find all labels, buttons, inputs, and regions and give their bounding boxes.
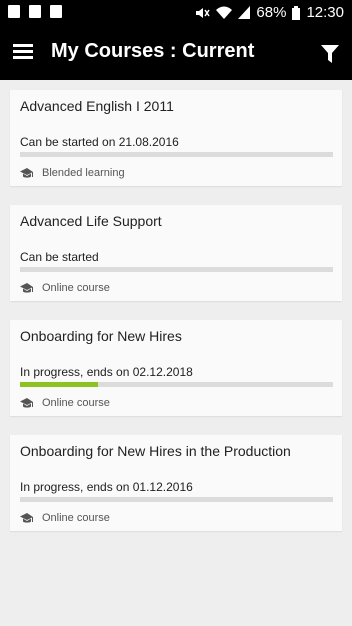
page-title: My Courses : Current [51,40,255,62]
photo-notification-icon [50,5,62,18]
course-type: Online course [20,282,110,294]
progress-bar [20,382,333,387]
progress-fill [20,382,99,387]
status-bar: 68% 12:30 [0,0,352,25]
course-title: Advanced English I 2011 [20,98,174,114]
clock: 12:30 [306,4,344,21]
graduation-cap-icon [20,397,33,408]
image-notification-icon [29,5,41,18]
course-status: Can be started [20,250,99,264]
graduation-cap-icon [20,282,33,293]
course-title: Onboarding for New Hires [20,328,182,344]
wifi-icon [216,6,233,19]
course-type-label: Online course [42,397,110,409]
progress-bar [20,152,333,157]
course-type: Blended learning [20,167,125,179]
course-title: Onboarding for New Hires in the Producti… [20,443,291,459]
progress-bar [20,497,333,502]
battery-icon [292,5,301,20]
notification-icons [8,5,62,18]
system-status: 68% 12:30 [194,4,344,21]
course-status: In progress, ends on 02.12.2018 [20,365,193,379]
filter-icon[interactable] [320,44,340,64]
mute-icon [196,7,211,18]
menu-icon[interactable] [13,44,33,60]
course-type-label: Online course [42,282,110,294]
course-card[interactable]: Onboarding for New Hires In progress, en… [10,320,342,416]
course-type-label: Online course [42,512,110,524]
app-bar: My Courses : Current [0,25,352,80]
graduation-cap-icon [20,512,33,523]
battery-percent: 68% [256,4,287,21]
course-status: In progress, ends on 01.12.2016 [20,480,193,494]
course-card[interactable]: Onboarding for New Hires in the Producti… [10,435,342,531]
course-status: Can be started on 21.08.2016 [20,135,179,149]
signal-icon [238,6,251,19]
course-list: Advanced English I 2011 Can be started o… [10,90,342,550]
graduation-cap-icon [20,167,33,178]
notification-icon [8,5,20,18]
course-type: Online course [20,397,110,409]
course-type: Online course [20,512,110,524]
course-title: Advanced Life Support [20,213,162,229]
progress-bar [20,267,333,272]
course-card[interactable]: Advanced English I 2011 Can be started o… [10,90,342,186]
course-type-label: Blended learning [42,167,125,179]
course-card[interactable]: Advanced Life Support Can be started Onl… [10,205,342,301]
